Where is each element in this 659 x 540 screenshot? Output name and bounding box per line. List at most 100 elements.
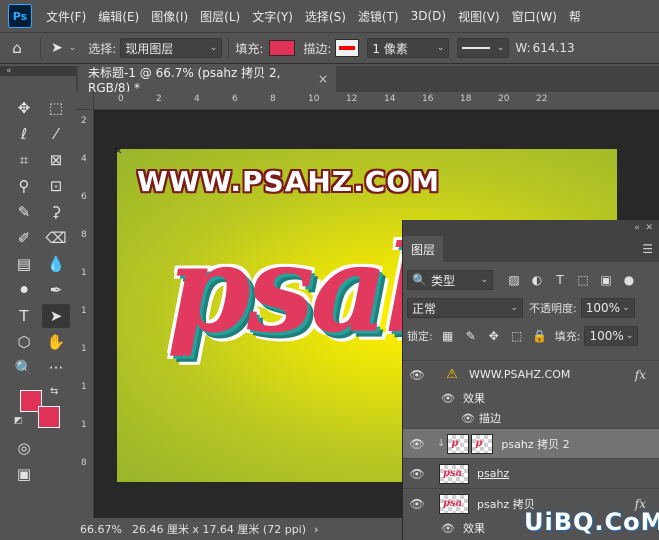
menu-select[interactable]: 选择(S) [299, 8, 352, 25]
close-icon[interactable]: × [318, 72, 328, 86]
brush-tool-icon[interactable]: ✎ [10, 200, 38, 224]
document-tab[interactable]: 未标题-1 @ 66.7% (psahz 拷贝 2, RGB/8) * × [78, 66, 336, 95]
zoom-tool-icon[interactable]: 🔍 [10, 356, 38, 380]
background-color-swatch[interactable] [38, 406, 60, 428]
swap-colors-icon[interactable]: ⇆ [50, 386, 58, 397]
healing-brush-icon[interactable]: ⊡ [42, 174, 70, 198]
ruler-tick-label: 0 [118, 94, 124, 104]
warning-icon: ⚠ [446, 367, 458, 382]
stroke-line-preview [462, 47, 491, 49]
stroke-width-dropdown[interactable]: 1 像素 ⌄ [367, 38, 450, 58]
lock-position-icon[interactable]: ✥ [485, 327, 503, 345]
menu-layer[interactable]: 图层(L) [194, 8, 246, 25]
fx-icon[interactable]: fx [635, 368, 646, 382]
stamp-tool-icon[interactable]: ⚳ [42, 200, 70, 224]
path-select-tool-icon[interactable]: ➤ [42, 304, 70, 328]
ruler-tick-label: 8 [270, 94, 276, 104]
type-filter-icon[interactable]: T [551, 271, 569, 289]
frame-tool-icon[interactable]: ⊠ [42, 148, 70, 172]
shape-tool-icon[interactable]: ⬡ [10, 330, 38, 354]
status-menu-arrow[interactable]: › [314, 523, 318, 536]
chevron-down-icon: ⌄ [510, 303, 518, 313]
eye-icon[interactable]: 👁 [403, 392, 455, 405]
effects-row[interactable]: 👁 效果 [403, 388, 659, 408]
default-colors-icon[interactable]: ◩ [14, 416, 23, 426]
shape-filter-icon[interactable]: ⬚ [574, 271, 592, 289]
menu-window[interactable]: 窗口(W) [506, 8, 563, 25]
ruler-tick-label: 8 [81, 230, 87, 240]
layer-thumbnail: psa [439, 463, 469, 484]
ruler-tick-label: 1 [81, 420, 87, 430]
path-select-tool-icon[interactable]: ➤ [51, 40, 63, 56]
dodge-tool-icon[interactable]: ⚫ [10, 278, 38, 302]
crop-tool-icon[interactable]: ⌗ [10, 148, 38, 172]
tab-layers[interactable]: 图层 [403, 236, 443, 262]
eyedropper-icon[interactable]: ⚲ [10, 174, 38, 198]
eye-icon[interactable]: 👁 [403, 437, 431, 451]
history-brush-icon[interactable]: ✐ [10, 226, 38, 250]
layer-row[interactable]: 👁 ↓ p p psahz 拷贝 2 [403, 428, 659, 458]
fill-color-swatch[interactable] [269, 40, 296, 56]
hand-tool-icon[interactable]: ✋ [42, 330, 70, 354]
stroke-type-dropdown[interactable]: ⌄ [457, 38, 510, 58]
layer-name[interactable]: psahz [477, 467, 509, 480]
lock-artboard-icon[interactable]: ⬚ [508, 327, 526, 345]
menu-edit[interactable]: 编辑(E) [92, 8, 145, 25]
smart-object-filter-icon[interactable]: ▣ [597, 271, 615, 289]
toolbar-collapse-icon[interactable]: « [0, 66, 76, 76]
eye-icon[interactable]: 👁 [403, 467, 431, 481]
menu-3d[interactable]: 3D(D) [405, 9, 452, 23]
zoom-level[interactable]: 66.67% [80, 523, 122, 536]
layer-name[interactable]: psahz 拷贝 2 [501, 436, 569, 452]
eye-icon[interactable]: 👁 [403, 522, 455, 535]
blend-mode-dropdown[interactable]: 正常 ⌄ [407, 298, 523, 318]
layer-name[interactable]: WWW.PSAHZ.COM [469, 368, 570, 381]
adjustment-filter-icon[interactable]: ◐ [528, 271, 546, 289]
quick-mask-icon[interactable]: ◎ [10, 436, 38, 460]
lock-image-icon[interactable]: ✎ [462, 327, 480, 345]
opacity-field[interactable]: 100% ⌄ [580, 298, 635, 318]
lock-all-icon[interactable]: 🔒 [531, 327, 549, 345]
panel-collapse-icon[interactable]: « ✕ [403, 220, 659, 236]
magic-wand-icon[interactable]: ⁄ [42, 122, 70, 146]
ruler-tick-label: 8 [81, 458, 87, 468]
pen-tool-icon[interactable]: ✒ [42, 278, 70, 302]
chevron-down-icon[interactable]: ⌄ [69, 43, 77, 53]
ruler-tick-label: 20 [498, 94, 510, 104]
ruler-tick-label: 4 [194, 94, 200, 104]
eye-icon[interactable]: 👁 [403, 368, 431, 382]
type-tool-icon[interactable]: T [10, 304, 38, 328]
lasso-tool-icon[interactable]: ℓ [10, 122, 38, 146]
eraser-tool-icon[interactable]: ⌫ [42, 226, 70, 250]
stroke-effect-row[interactable]: 👁 描边 [403, 408, 659, 428]
home-icon[interactable]: ⌂ [0, 36, 34, 60]
blend-mode-value: 正常 [412, 301, 437, 316]
blur-tool-icon[interactable]: 💧 [42, 252, 70, 276]
move-tool-icon[interactable]: ✥ [10, 96, 38, 120]
gradient-tool-icon[interactable]: ▤ [10, 252, 38, 276]
select-mode-dropdown[interactable]: 现用图层 ⌄ [120, 38, 223, 58]
menu-filter[interactable]: 滤镜(T) [352, 8, 405, 25]
marquee-tool-icon[interactable]: ⬚ [42, 96, 70, 120]
panel-menu-icon[interactable]: ☰ [642, 242, 653, 256]
lock-pixels-icon[interactable]: ▦ [439, 327, 457, 345]
filter-toggle-icon[interactable]: ● [620, 271, 638, 289]
layer-row[interactable]: 👁 ⚠ WWW.PSAHZ.COM fx [403, 360, 659, 388]
layer-row[interactable]: 👁 psa psahz [403, 458, 659, 488]
more-tools-icon[interactable]: ··· [42, 356, 70, 380]
ruler-tick-label: 18 [460, 94, 472, 104]
filter-type-dropdown[interactable]: 🔍 类型 ⌄ [407, 270, 493, 290]
screen-mode-icon[interactable]: ▣ [10, 462, 38, 486]
menu-view[interactable]: 视图(V) [452, 8, 506, 25]
fill-field[interactable]: 100% ⌄ [584, 326, 639, 346]
menu-image[interactable]: 图像(I) [145, 8, 194, 25]
menu-help[interactable]: 帮 [563, 8, 587, 25]
ruler-tick-label: 6 [81, 192, 87, 202]
eye-icon[interactable]: 👁 [403, 497, 431, 511]
eye-icon[interactable]: 👁 [403, 412, 475, 425]
menu-type[interactable]: 文字(Y) [246, 8, 299, 25]
width-value[interactable]: 614.13 [533, 41, 575, 55]
pixel-filter-icon[interactable]: ▨ [505, 271, 523, 289]
menu-file[interactable]: 文件(F) [40, 8, 92, 25]
stroke-color-swatch[interactable] [335, 39, 360, 57]
